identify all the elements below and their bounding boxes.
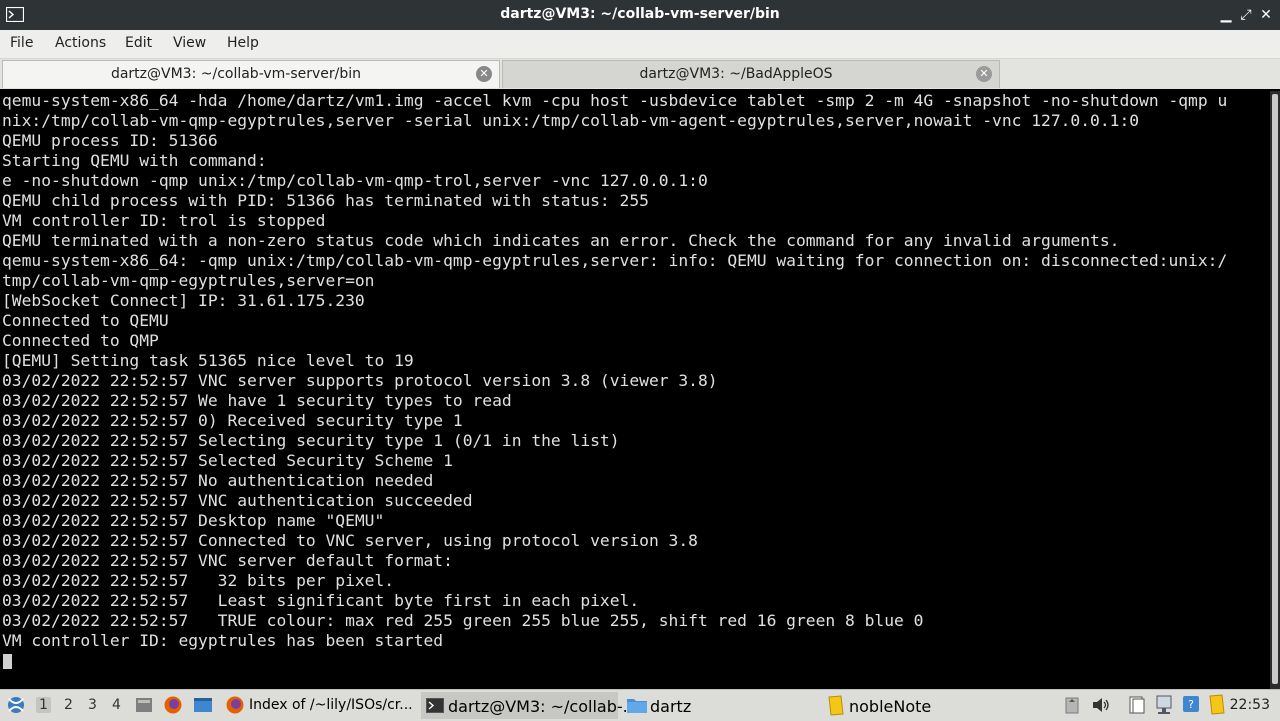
menu-file[interactable]: File <box>10 35 33 51</box>
terminal-line: 03/02/2022 22:52:57 Desktop name "QEMU" <box>2 511 385 530</box>
window-title: dartz@VM3: ~/collab-vm-server/bin <box>500 6 780 22</box>
menu-actions[interactable]: Actions <box>55 35 106 51</box>
start-menu-icon[interactable] <box>5 695 27 715</box>
terminal-line: 03/02/2022 22:52:57 No authentication ne… <box>2 471 434 490</box>
tab-collab-vm-server[interactable]: dartz@VM3: ~/collab-vm-server/bin ✕ <box>2 60 500 88</box>
task-label: dartz <box>650 697 692 716</box>
task-noblenote[interactable]: nobleNote <box>823 692 1019 719</box>
task-label: Index of /~lily/ISOs/cr... <box>249 697 413 713</box>
task-label: nobleNote <box>849 697 932 716</box>
terminal-line: 03/02/2022 22:52:57 VNC server supports … <box>2 371 718 390</box>
terminal-line: nix:/tmp/collab-vm-qmp-egyptrules,server… <box>2 111 1140 130</box>
workspace-1[interactable]: 1 <box>36 697 51 713</box>
terminal-line: 03/02/2022 22:52:57 We have 1 security t… <box>2 391 512 410</box>
tray-noblenote-icon[interactable] <box>1208 694 1226 715</box>
terminal-cursor <box>3 654 12 669</box>
terminal-line: 03/02/2022 22:52:57 Selected Security Sc… <box>2 451 453 470</box>
terminal-line: qemu-system-x86_64: -qmp unix:/tmp/colla… <box>2 251 1228 270</box>
terminal-line: qemu-system-x86_64 -hda /home/dartz/vm1.… <box>2 91 1228 110</box>
terminal-line: tmp/collab-vm-qmp-egyptrules,server=on <box>2 271 375 290</box>
close-icon[interactable]: ✕ <box>1256 5 1276 25</box>
show-desktop-icon[interactable] <box>135 697 153 713</box>
menu-edit[interactable]: Edit <box>125 35 152 51</box>
terminal-line: 03/02/2022 22:52:57 32 bits per pixel. <box>2 571 395 590</box>
tab-label: dartz@VM3: ~/collab-vm-server/bin <box>110 66 362 82</box>
task-file-manager[interactable]: dartz <box>622 692 818 719</box>
terminal-line: QEMU terminated with a non-zero status c… <box>2 231 1120 250</box>
firefox-icon <box>226 696 244 714</box>
minimize-icon[interactable]: ▁ <box>1216 5 1236 25</box>
tab-close-icon[interactable]: ✕ <box>976 66 992 82</box>
svg-text:?: ? <box>1188 698 1194 711</box>
terminal-line: VM controller ID: trol is stopped <box>2 211 326 230</box>
terminal-line: [WebSocket Connect] IP: 31.61.175.230 <box>2 291 365 310</box>
menu-help[interactable]: Help <box>227 35 259 51</box>
terminal-output[interactable]: qemu-system-x86_64 -hda /home/dartz/vm1.… <box>0 91 1270 689</box>
terminal-line: Connected to QMP <box>2 331 159 350</box>
terminal-line: VM controller ID: egyptrules has been st… <box>2 631 444 650</box>
workspace-3[interactable]: 3 <box>88 697 97 713</box>
scrollbar-thumb[interactable] <box>1272 94 1278 684</box>
note-icon <box>828 695 844 716</box>
maximize-icon[interactable]: ⤢ <box>1236 5 1256 25</box>
volume-icon[interactable] <box>1092 697 1110 713</box>
tray-notes-icon[interactable] <box>1128 695 1146 715</box>
tab-badappleos[interactable]: dartz@VM3: ~/BadAppleOS ✕ <box>502 60 1000 88</box>
window-launcher-icon[interactable] <box>193 697 213 713</box>
terminal-line: Starting QEMU with command: <box>2 151 267 170</box>
tab-close-icon[interactable]: ✕ <box>476 66 492 82</box>
terminal-line: QEMU process ID: 51366 <box>2 131 218 150</box>
terminal-line: 03/02/2022 22:52:57 Selecting security t… <box>2 431 620 450</box>
workspace-4[interactable]: 4 <box>112 697 121 713</box>
terminal-line: 03/02/2022 22:52:57 Connected to VNC ser… <box>2 531 698 550</box>
tray-network-icon[interactable] <box>1155 695 1173 715</box>
terminal-line: 03/02/2022 22:52:57 0) Received security… <box>2 411 463 430</box>
terminal-line: e -no-shutdown -qmp unix:/tmp/collab-vm-… <box>2 171 708 190</box>
firefox-launcher-icon[interactable] <box>163 695 183 715</box>
task-terminal[interactable]: dartz@VM3: ~/collab-... <box>421 692 638 719</box>
tab-bar: dartz@VM3: ~/collab-vm-server/bin ✕ dart… <box>0 59 1280 89</box>
task-label: dartz@VM3: ~/collab-... <box>448 697 638 716</box>
window-titlebar: dartz@VM3: ~/collab-vm-server/bin ▁ ⤢ ✕ <box>0 0 1280 30</box>
terminal-scrollbar[interactable] <box>1270 91 1280 689</box>
taskbar: 1 2 3 4 Index of /~lily/ISOs/cr... dartz… <box>0 689 1280 721</box>
tray-clipboard-icon[interactable] <box>1065 696 1079 714</box>
tray-help-icon[interactable]: ? <box>1182 695 1200 713</box>
terminal-line: 03/02/2022 22:52:57 Least significant by… <box>2 591 640 610</box>
tab-label: dartz@VM3: ~/BadAppleOS <box>639 66 833 82</box>
menu-view[interactable]: View <box>173 35 206 51</box>
clock[interactable]: 22:53 <box>1230 697 1270 713</box>
terminal-line: 03/02/2022 22:52:57 VNC authentication s… <box>2 491 473 510</box>
folder-icon <box>627 699 647 713</box>
terminal-line: [QEMU] Setting task 51365 nice level to … <box>2 351 414 370</box>
terminal-line: QEMU child process with PID: 51366 has t… <box>2 191 649 210</box>
menu-bar: File Actions Edit View Help <box>0 30 1280 59</box>
terminal-icon <box>426 698 444 713</box>
terminal-line: Connected to QEMU <box>2 311 169 330</box>
terminal-line: 03/02/2022 22:52:57 TRUE colour: max red… <box>2 611 924 630</box>
task-firefox[interactable]: Index of /~lily/ISOs/cr... <box>221 692 417 719</box>
workspace-2[interactable]: 2 <box>64 697 73 713</box>
terminal-line: 03/02/2022 22:52:57 VNC server default f… <box>2 551 453 570</box>
